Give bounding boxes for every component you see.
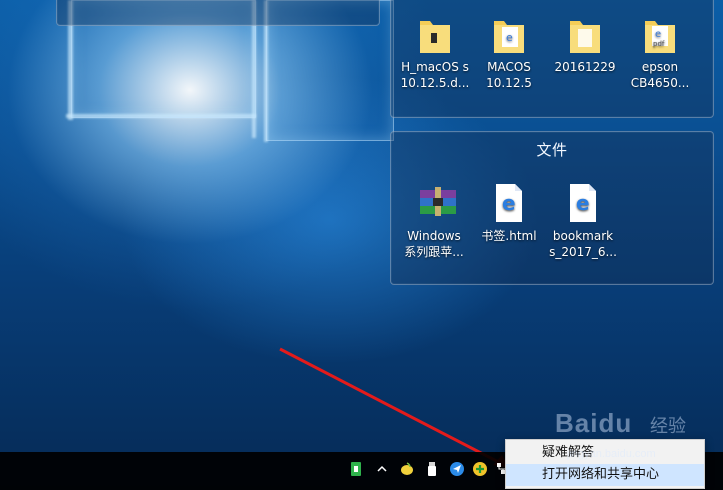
desktop-item-label: MACOS 10.12.5 xyxy=(486,60,532,90)
plus-badge-icon[interactable] xyxy=(471,460,489,478)
svg-text:e: e xyxy=(576,191,590,215)
desktop-fence-top-right: H_macOS s 10.12.5.d... e MACOS 10.12.5 2… xyxy=(390,0,714,118)
edge-html-icon: e xyxy=(492,182,526,224)
edge-html-icon: e xyxy=(566,182,600,224)
folder-icon xyxy=(418,15,452,55)
menu-item-open-network-sharing-center[interactable]: 打开网络和共享中心 xyxy=(506,464,704,486)
pdf-folder-icon: e pdf xyxy=(643,15,677,55)
desktop-item[interactable]: e bookmark s_2017_6... xyxy=(543,182,623,260)
desktop-item[interactable]: Windows 系列跟苹... xyxy=(394,182,474,260)
desktop-item-label: 书签.html xyxy=(481,229,537,243)
desktop-item-label: H_macOS s 10.12.5.d... xyxy=(400,60,470,90)
svg-text:e: e xyxy=(506,31,513,44)
watermark-cn: 经验 xyxy=(650,416,686,437)
winrar-archive-icon xyxy=(417,182,456,224)
svg-text:e: e xyxy=(502,191,516,215)
desktop-item[interactable]: H_macOS s 10.12.5.d... xyxy=(395,15,475,91)
desktop-item[interactable]: 20161229 xyxy=(545,15,625,75)
desktop-item-label: bookmark s_2017_6... xyxy=(549,229,617,259)
usb-drive-icon[interactable] xyxy=(423,460,441,478)
green-app-icon[interactable] xyxy=(347,460,365,478)
svg-text:pdf: pdf xyxy=(653,40,665,48)
desktop-item-label: Windows 系列跟苹... xyxy=(404,229,464,259)
desktop-fence-top-left xyxy=(56,0,380,26)
network-context-menu: 疑难解答 打开网络和共享中心 xyxy=(505,439,705,489)
desktop-fence-files: 文件 Windows 系列跟苹... e 书签.html e bookmark … xyxy=(390,131,714,285)
menu-item-troubleshoot[interactable]: 疑难解答 xyxy=(506,442,704,464)
desktop-item[interactable]: e 书签.html xyxy=(469,182,549,244)
desktop-item-label: 20161229 xyxy=(554,60,616,74)
folder-document-icon: e xyxy=(492,15,526,55)
folder-icon xyxy=(568,15,602,55)
svg-text:e: e xyxy=(655,29,661,40)
watermark-brand: Baidu xyxy=(555,408,633,438)
fence-title: 文件 xyxy=(536,141,568,159)
chevron-up-icon[interactable] xyxy=(373,460,391,478)
lemon-icon[interactable] xyxy=(398,460,416,478)
desktop-item[interactable]: e pdf epson CB4650... xyxy=(620,15,700,91)
paper-plane-icon[interactable] xyxy=(448,460,466,478)
desktop-item[interactable]: e MACOS 10.12.5 xyxy=(469,15,549,91)
desktop-item-label: epson CB4650... xyxy=(630,60,690,90)
